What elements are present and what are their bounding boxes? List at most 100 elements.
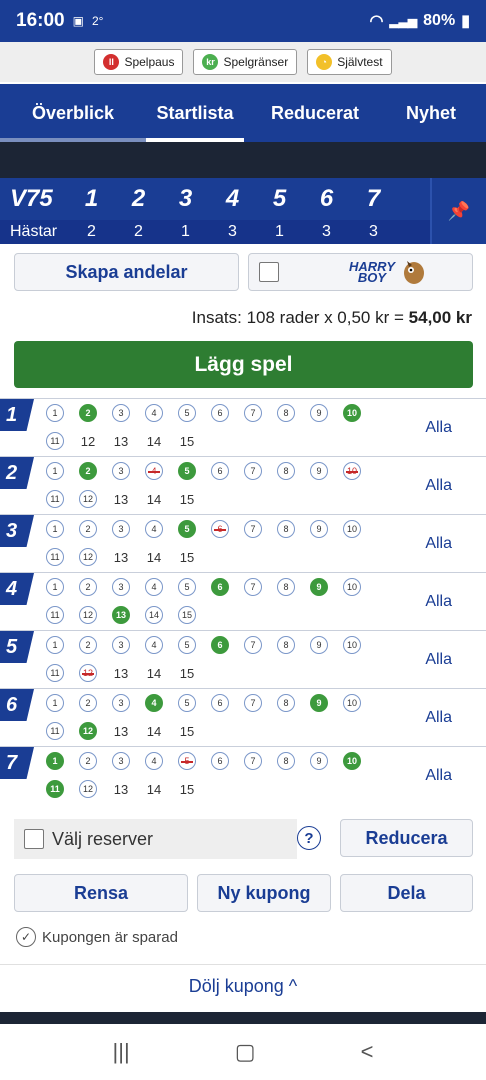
horse-8[interactable]: 8 [277,636,295,654]
horse-12[interactable]: 12 [79,490,97,508]
horse-1[interactable]: 1 [46,462,64,480]
reducera-button[interactable]: Reducera [340,819,473,857]
horse-9[interactable]: 9 [310,752,328,770]
horse-11[interactable]: 11 [46,548,64,566]
horse-13[interactable]: 13 [112,722,130,740]
horse-9[interactable]: 9 [310,404,328,422]
horse-6[interactable]: 6 [211,694,229,712]
horse-13[interactable]: 13 [112,664,130,682]
horse-15[interactable]: 15 [178,490,196,508]
horse-2[interactable]: 2 [79,636,97,654]
resp-button-0[interactable]: II Spelpaus [94,49,184,75]
horse-12[interactable]: 12 [79,780,97,798]
v75-leg-6[interactable]: 6 [303,185,350,213]
horse-14[interactable]: 14 [145,722,163,740]
lagg-spel-button[interactable]: Lägg spel [14,341,473,388]
horse-6[interactable]: 6 [211,462,229,480]
horse-9[interactable]: 9 [310,694,328,712]
horse-10[interactable]: 10 [343,404,361,422]
tab-reducerat[interactable]: Reducerat [244,84,386,142]
horse-14[interactable]: 14 [145,548,163,566]
horse-2[interactable]: 2 [79,462,97,480]
v75-leg-3[interactable]: 3 [162,185,209,213]
horse-7[interactable]: 7 [244,636,262,654]
horse-14[interactable]: 14 [145,780,163,798]
v75-leg-2[interactable]: 2 [115,185,162,213]
horse-10[interactable]: 10 [343,462,361,480]
alla-link[interactable]: Alla [425,709,452,727]
horse-8[interactable]: 8 [277,520,295,538]
horse-12[interactable]: 12 [79,664,97,682]
horse-5[interactable]: 5 [178,462,196,480]
alla-link[interactable]: Alla [425,767,452,785]
horse-15[interactable]: 15 [178,780,196,798]
horse-11[interactable]: 11 [46,780,64,798]
horse-5[interactable]: 5 [178,694,196,712]
horse-1[interactable]: 1 [46,694,64,712]
horse-6[interactable]: 6 [211,636,229,654]
horse-3[interactable]: 3 [112,752,130,770]
horse-13[interactable]: 13 [112,432,130,450]
horse-1[interactable]: 1 [46,752,64,770]
horse-10[interactable]: 10 [343,752,361,770]
horse-4[interactable]: 4 [145,404,163,422]
horse-5[interactable]: 5 [178,520,196,538]
horse-10[interactable]: 10 [343,636,361,654]
alla-link[interactable]: Alla [425,651,452,669]
tab-nyhet[interactable]: Nyhet [386,84,486,142]
horse-12[interactable]: 12 [79,606,97,624]
horse-7[interactable]: 7 [244,752,262,770]
horse-9[interactable]: 9 [310,578,328,596]
horse-3[interactable]: 3 [112,404,130,422]
horse-2[interactable]: 2 [79,404,97,422]
horse-15[interactable]: 15 [178,606,196,624]
alla-link[interactable]: Alla [425,419,452,437]
horse-15[interactable]: 15 [178,664,196,682]
horse-2[interactable]: 2 [79,694,97,712]
recents-button[interactable]: ||| [113,1039,130,1065]
horse-11[interactable]: 11 [46,722,64,740]
horse-5[interactable]: 5 [178,578,196,596]
horse-11[interactable]: 11 [46,490,64,508]
back-button[interactable]: < [361,1039,374,1065]
horse-14[interactable]: 14 [145,606,163,624]
harry-boy-checkbox[interactable] [259,262,279,282]
harry-boy-button[interactable]: HARRY BOY [248,253,473,291]
tab-startlista[interactable]: Startlista [146,84,244,142]
v75-leg-1[interactable]: 1 [68,185,115,213]
horse-5[interactable]: 5 [178,636,196,654]
v75-leg-5[interactable]: 5 [256,185,303,213]
horse-8[interactable]: 8 [277,462,295,480]
horse-4[interactable]: 4 [145,578,163,596]
horse-3[interactable]: 3 [112,636,130,654]
horse-6[interactable]: 6 [211,404,229,422]
horse-6[interactable]: 6 [211,752,229,770]
horse-3[interactable]: 3 [112,520,130,538]
horse-10[interactable]: 10 [343,520,361,538]
horse-8[interactable]: 8 [277,752,295,770]
horse-13[interactable]: 13 [112,780,130,798]
horse-2[interactable]: 2 [79,752,97,770]
horse-7[interactable]: 7 [244,578,262,596]
horse-4[interactable]: 4 [145,694,163,712]
alla-link[interactable]: Alla [425,593,452,611]
v75-leg-7[interactable]: 7 [350,185,397,213]
dolj-kupong-button[interactable]: Dölj kupong ^ [0,976,486,997]
tab-overblick[interactable]: Överblick [0,84,146,142]
horse-15[interactable]: 15 [178,432,196,450]
skapa-andelar-button[interactable]: Skapa andelar [14,253,239,291]
horse-8[interactable]: 8 [277,578,295,596]
horse-9[interactable]: 9 [310,636,328,654]
horse-13[interactable]: 13 [112,606,130,624]
help-icon[interactable]: ? [297,826,321,850]
horse-4[interactable]: 4 [145,752,163,770]
ny-kupong-button[interactable]: Ny kupong [197,874,331,912]
horse-5[interactable]: 5 [178,404,196,422]
horse-13[interactable]: 13 [112,548,130,566]
horse-14[interactable]: 14 [145,432,163,450]
resp-button-2[interactable]: ◔ Självtest [307,49,392,75]
horse-9[interactable]: 9 [310,462,328,480]
rensa-button[interactable]: Rensa [14,874,188,912]
reserver-checkbox[interactable] [24,829,44,849]
horse-12[interactable]: 12 [79,548,97,566]
